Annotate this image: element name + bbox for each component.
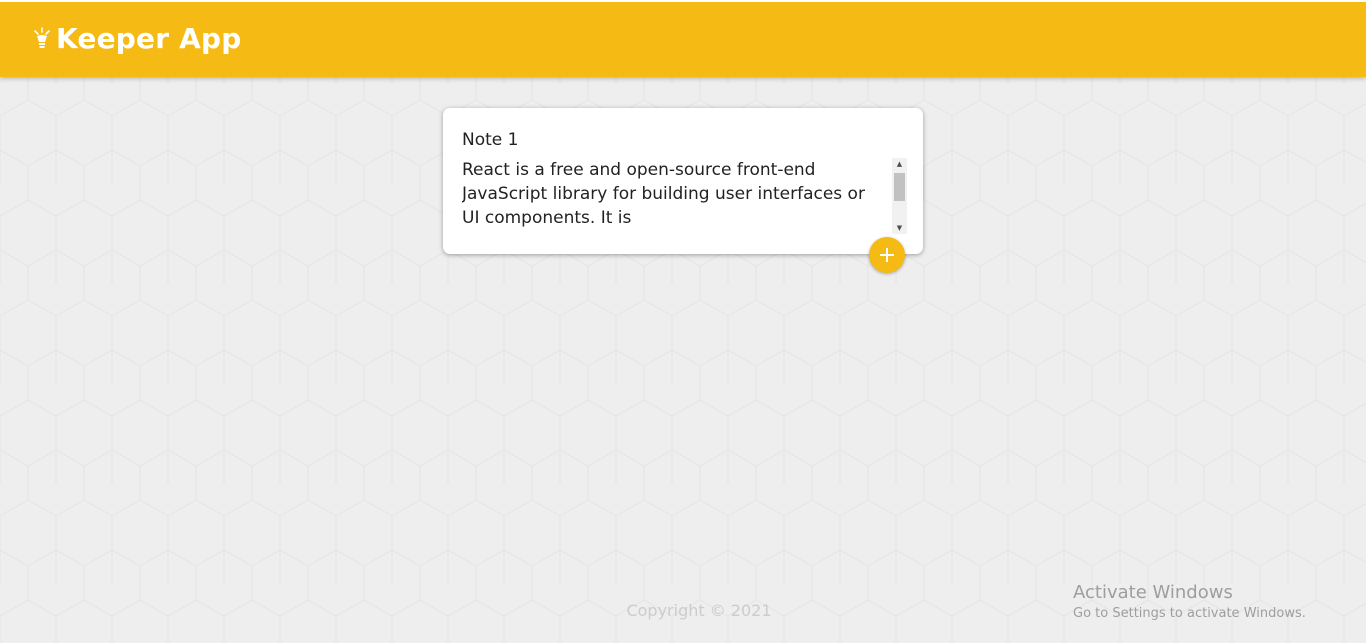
bulb-icon xyxy=(34,26,50,48)
watermark-title: Activate Windows xyxy=(1073,582,1233,603)
app-title: Keeper App xyxy=(56,22,242,55)
scroll-down-arrow-icon[interactable]: ▼ xyxy=(892,222,907,234)
copyright-text: Copyright © 2021 xyxy=(626,601,772,620)
app-header: Keeper App xyxy=(0,0,1366,77)
note-content-textarea[interactable]: React is a free and open-source front-en… xyxy=(462,158,908,234)
create-note-form: React is a free and open-source front-en… xyxy=(443,108,923,254)
note-title-input[interactable] xyxy=(462,128,882,152)
plus-icon xyxy=(880,248,894,262)
note-content-text[interactable]: React is a free and open-source front-en… xyxy=(462,158,887,234)
scroll-up-arrow-icon[interactable]: ▲ xyxy=(892,158,907,170)
windows-activation-watermark: Activate Windows Go to Settings to activ… xyxy=(1073,582,1306,624)
watermark-subtitle: Go to Settings to activate Windows. xyxy=(1073,606,1306,621)
content-scrollbar[interactable]: ▲ ▼ xyxy=(892,158,907,234)
add-note-button[interactable] xyxy=(869,237,905,273)
header-logo: Keeper App xyxy=(32,22,242,55)
hexagon-background-pattern xyxy=(0,0,1366,643)
scroll-thumb[interactable] xyxy=(894,173,905,201)
